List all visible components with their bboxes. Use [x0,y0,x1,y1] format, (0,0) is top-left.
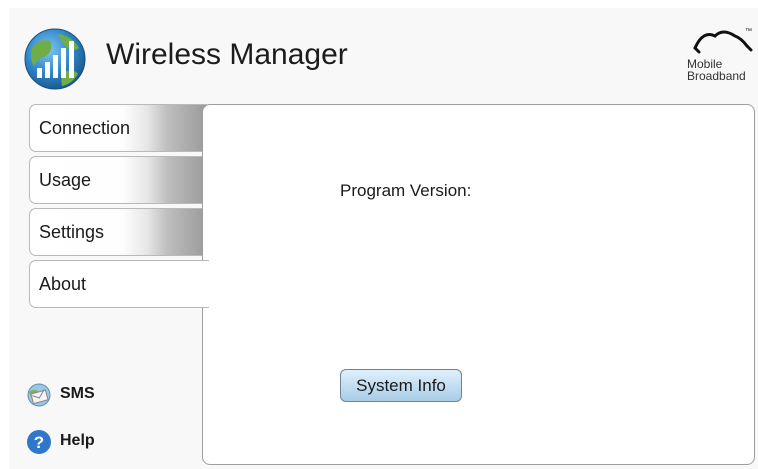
tab-connection[interactable]: Connection [29,104,207,152]
brand-text: Mobile Broadband [687,58,746,82]
about-panel: Program Version: System Info [202,104,755,465]
help-label: Help [60,432,95,449]
tab-about[interactable]: About [29,260,209,308]
wireless-manager-window: Wireless Manager ™ Mobile Broadband Conn… [9,8,758,469]
signal-globe-logo-icon [24,28,86,90]
tab-label: About [39,274,87,294]
brand-swoosh-icon: ™ [693,28,753,54]
brand-line-2: Broadband [687,69,746,83]
program-version-label: Program Version: [340,181,472,200]
tab-usage[interactable]: Usage [29,156,207,204]
header: Wireless Manager ™ Mobile Broadband [9,8,758,104]
envelope-globe-icon [27,383,51,407]
question-icon: ? [27,430,51,454]
mobile-broadband-logo: ™ Mobile Broadband [685,26,755,92]
system-info-button[interactable]: System Info [340,369,462,402]
tab-label: Settings [39,222,105,242]
sms-label: SMS [60,385,95,402]
svg-text:?: ? [34,433,44,452]
trademark-mark: ™ [745,28,752,35]
tab-label: Usage [39,170,92,190]
app-title: Wireless Manager [106,38,348,71]
tab-settings[interactable]: Settings [29,208,207,256]
tab-label: Connection [39,118,131,138]
